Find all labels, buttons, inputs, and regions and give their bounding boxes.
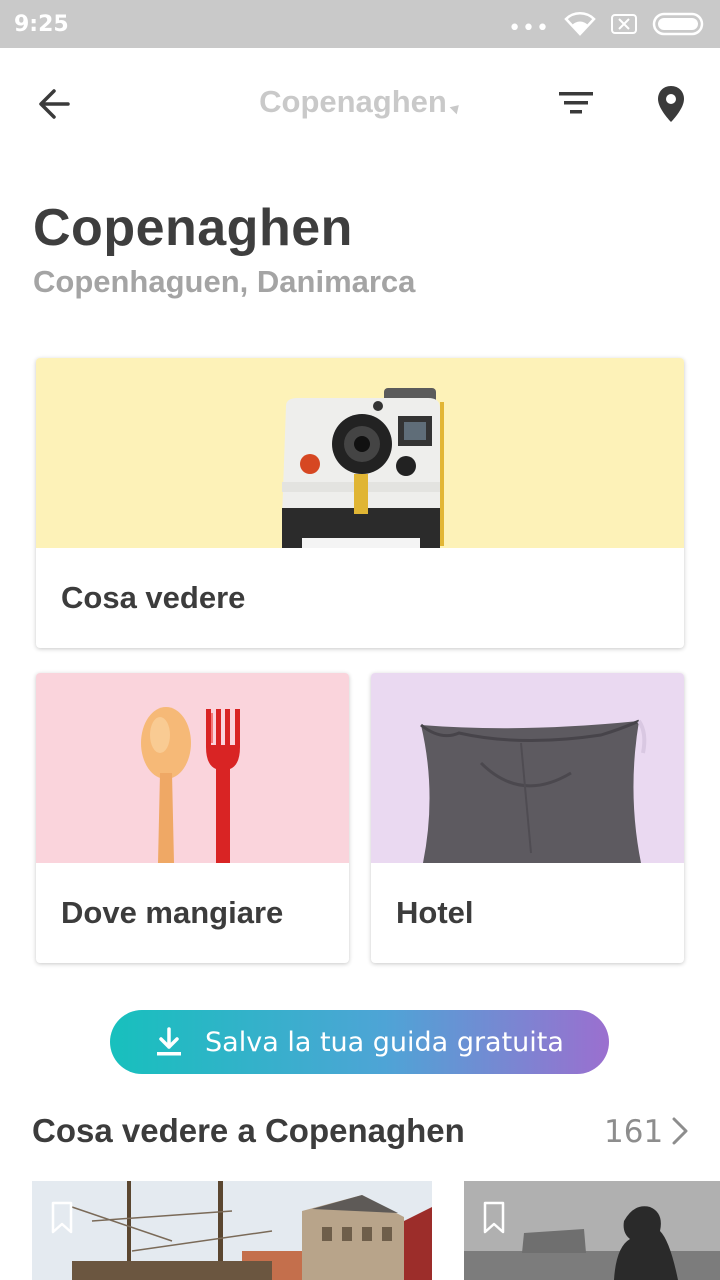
status-time: 9:25 [14,11,69,37]
page-subtitle: Copenhaguen, Danimarca [33,264,416,299]
download-icon [157,1027,182,1056]
pillow-image [371,673,684,863]
card-where-to-eat[interactable]: Dove mangiare [36,673,349,963]
header-title-dropdown[interactable]: Copenaghen [0,84,720,120]
filter-button[interactable] [556,88,596,118]
card-hotel[interactable]: Hotel [371,673,684,963]
card-things-to-see[interactable]: Cosa vedere [36,358,684,648]
section-title: Cosa vedere a Copenaghen [32,1112,465,1149]
card-label-eat: Dove mangiare [61,895,284,930]
caret-icon [449,101,463,115]
header-title: Copenaghen [259,84,447,119]
app-bar: Copenaghen [0,48,720,160]
spoon-fork-image [36,673,349,863]
save-guide-button[interactable]: Salva la tua guida gratuita [110,1010,609,1074]
page-title: Copenaghen [33,199,353,257]
bookmark-icon[interactable] [50,1201,74,1235]
more-dots-icon: ••• [508,15,550,41]
bookmark-icon[interactable] [482,1201,506,1235]
card-label-see: Cosa vedere [61,580,246,615]
polaroid-camera-image [36,358,684,548]
sim-x-icon [610,13,638,35]
place-card[interactable] [464,1181,720,1280]
wifi-icon [564,12,596,36]
filter-icon [559,92,593,114]
map-button[interactable] [655,84,687,124]
battery-icon [652,12,706,36]
section-count[interactable]: 161 [604,1114,663,1150]
place-card[interactable] [32,1181,432,1280]
save-guide-label: Salva la tua guida gratuita [205,1026,564,1058]
map-pin-icon [658,86,684,122]
nyhavn-harbor-photo [32,1181,432,1280]
chevron-right-icon [672,1117,688,1145]
status-icons: ••• [508,8,706,41]
section-more-button[interactable] [670,1116,690,1151]
status-bar: 9:25 ••• [0,0,720,48]
card-label-hotel: Hotel [396,895,474,930]
